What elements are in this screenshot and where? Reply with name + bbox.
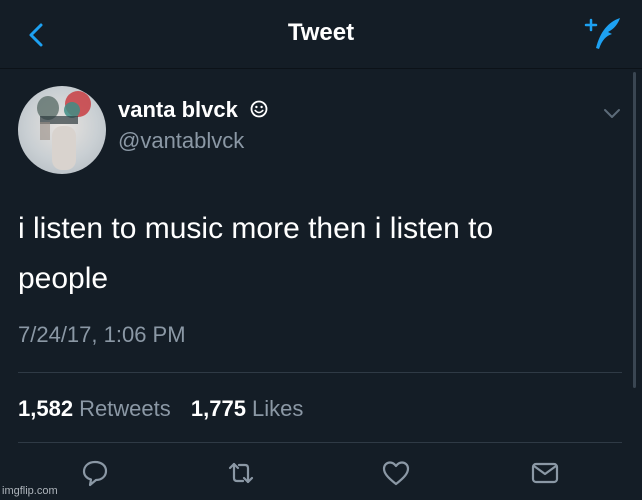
smiley-emoji-icon (250, 100, 268, 118)
retweets-label: Retweets (79, 396, 171, 421)
compose-tweet-icon[interactable] (582, 14, 624, 54)
message-icon[interactable] (530, 458, 560, 488)
tweet-text: i listen to music more then i listen to … (18, 212, 494, 295)
watermark: imgflip.com (2, 485, 58, 497)
tweet-stats: 1,582 Retweets 1,775 Likes (18, 396, 317, 422)
tweet-timestamp: 7/24/17, 1:06 PM (18, 322, 186, 347)
retweets-stat[interactable]: 1,582 Retweets (18, 396, 191, 421)
retweets-count: 1,582 (18, 396, 74, 421)
likes-label: Likes (251, 396, 304, 421)
retweet-icon[interactable] (226, 458, 256, 488)
divider (18, 372, 622, 373)
likes-stat[interactable]: 1,775 Likes (191, 396, 317, 421)
likes-count: 1,775 (190, 396, 246, 421)
avatar-image (37, 91, 91, 170)
reply-icon[interactable] (80, 458, 110, 488)
chevron-down-icon[interactable] (603, 108, 621, 120)
scrollbar[interactable] (633, 72, 636, 388)
user-handle[interactable]: @vantablvck (118, 128, 244, 154)
display-name-text: vanta blvck (118, 97, 238, 122)
page-title: Tweet (287, 19, 355, 46)
divider (18, 442, 622, 443)
avatar[interactable] (18, 86, 106, 174)
display-name[interactable]: vanta blvck (118, 97, 268, 123)
top-navigation-bar: Tweet (0, 0, 642, 69)
like-icon[interactable] (381, 458, 411, 488)
